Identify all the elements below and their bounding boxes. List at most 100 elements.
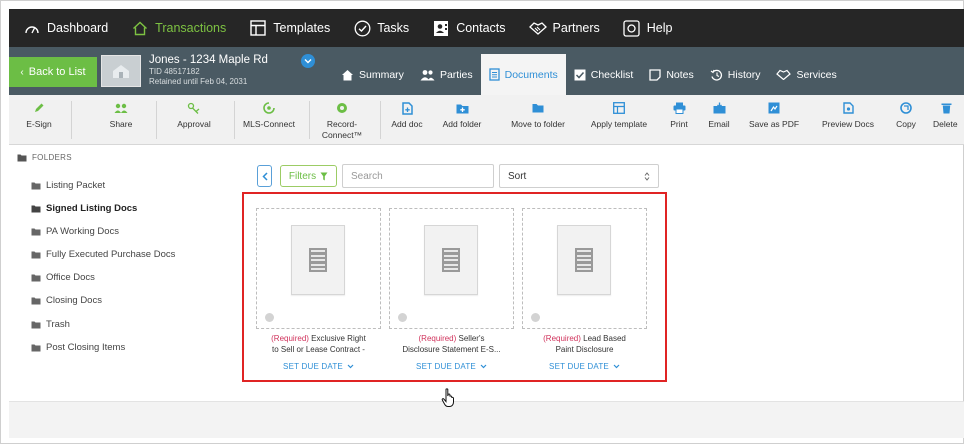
tab-checklist[interactable]: Checklist [566, 54, 642, 95]
add-doc-button[interactable]: Add doc [388, 95, 426, 145]
move-to-folder-button[interactable]: Move to folder [505, 95, 571, 145]
chevron-down-icon [304, 59, 312, 64]
tab-history[interactable]: History [702, 54, 769, 95]
nav-transactions[interactable]: Transactions [131, 19, 226, 37]
folders-heading: FOLDERS [17, 153, 72, 162]
document-select-radio[interactable] [398, 313, 407, 322]
tab-notes-label: Notes [666, 68, 694, 81]
folder-fully-executed-purchase-docs[interactable]: Fully Executed Purchase Docs [31, 249, 175, 260]
folder-listing-packet[interactable]: Listing Packet [31, 180, 105, 191]
toolbar-divider [234, 101, 235, 139]
property-thumbnail[interactable] [101, 55, 141, 87]
document-title-line1: Lead Based [580, 334, 626, 343]
transaction-header: ‹ Back to List Jones - 1234 Maple Rd TID… [9, 47, 964, 95]
nav-tasks[interactable]: Tasks [353, 19, 409, 37]
nav-tasks-label: Tasks [377, 21, 410, 35]
folder-closing-docs[interactable]: Closing Docs [31, 295, 102, 306]
folder-icon [31, 251, 41, 259]
nav-contacts-label: Contacts [456, 21, 506, 35]
print-button[interactable]: Print [666, 95, 692, 145]
check-circle-icon [353, 19, 371, 37]
gauge-icon [23, 19, 41, 37]
document-card[interactable] [389, 208, 514, 329]
document-title-line1: Exclusive Right [308, 334, 366, 343]
document-select-radio[interactable] [531, 313, 540, 322]
add-folder-icon [456, 101, 469, 115]
set-due-date-button[interactable]: SET DUE DATE [389, 362, 514, 371]
set-due-date-button[interactable]: SET DUE DATE [256, 362, 381, 371]
record-connect-button[interactable]: Record- Connect™ [316, 95, 368, 145]
nav-dashboard[interactable]: Dashboard [23, 19, 108, 37]
nav-partners[interactable]: Partners [528, 19, 600, 37]
template-icon [249, 19, 267, 37]
nav-partners-label: Partners [552, 21, 600, 35]
set-due-date-button[interactable]: SET DUE DATE [522, 362, 647, 371]
back-to-list-label: Back to List [28, 66, 86, 78]
add-folder-button[interactable]: Add folder [437, 95, 487, 145]
chevron-down-icon [480, 364, 487, 369]
move-to-folder-label: Move to folder [511, 119, 565, 129]
copy-button[interactable]: Copy [891, 95, 921, 145]
tab-documents-label: Documents [504, 68, 558, 81]
required-tag: (Required) [418, 334, 457, 343]
tab-documents[interactable]: Documents [480, 54, 566, 95]
apply-template-label: Apply template [590, 119, 648, 129]
back-to-list-button[interactable]: ‹ Back to List [9, 57, 97, 87]
top-navigation: Dashboard Transactions Templates Tasks C… [9, 9, 964, 47]
folder-label: PA Working Docs [46, 226, 120, 237]
folder-trash[interactable]: Trash [31, 319, 70, 330]
folder-pa-working-docs[interactable]: PA Working Docs [31, 226, 119, 237]
search-input[interactable] [342, 164, 494, 188]
document-title[interactable]: (Required) Seller's Disclosure Statement… [389, 333, 514, 355]
approval-button[interactable]: Approval [169, 95, 219, 145]
pen-icon [33, 101, 45, 115]
handshake-icon [776, 69, 792, 80]
nav-help[interactable]: Help [623, 19, 673, 37]
preview-docs-button[interactable]: Preview Docs [814, 95, 882, 145]
funnel-icon [320, 172, 328, 181]
tab-parties[interactable]: Parties [412, 54, 481, 95]
folder-signed-listing-docs[interactable]: Signed Listing Docs [31, 203, 137, 214]
chevron-down-icon [347, 364, 354, 369]
delete-button[interactable]: Delete [933, 95, 963, 145]
delete-label: Delete [933, 119, 958, 129]
document-card[interactable] [522, 208, 647, 329]
history-icon [710, 69, 723, 81]
hand-pointer-cursor-icon [441, 388, 457, 413]
transaction-info: Jones - 1234 Maple Rd TID 48517182 Retai… [149, 53, 268, 87]
folder-label: Office Docs [46, 272, 95, 283]
folder-icon [31, 228, 41, 236]
apply-template-button[interactable]: Apply template [583, 95, 655, 145]
folder-office-docs[interactable]: Office Docs [31, 272, 95, 283]
document-title[interactable]: (Required) Lead Based Paint Disclosure [522, 333, 647, 355]
nav-templates[interactable]: Templates [249, 19, 330, 37]
esign-button[interactable]: E-Sign [17, 95, 61, 145]
save-as-pdf-button[interactable]: Save as PDF [747, 95, 801, 145]
nav-contacts[interactable]: Contacts [432, 19, 506, 37]
document-card[interactable] [256, 208, 381, 329]
document-select-radio[interactable] [265, 313, 274, 322]
collapse-sidebar-button[interactable] [257, 165, 272, 187]
set-due-date-label: SET DUE DATE [549, 362, 609, 371]
sort-select[interactable]: Sort [499, 164, 659, 188]
document-title[interactable]: (Required) Exclusive Right to Sell or Le… [256, 333, 381, 355]
folder-label: Closing Docs [46, 295, 102, 306]
tab-summary[interactable]: Summary [333, 54, 412, 95]
folder-label: Signed Listing Docs [46, 203, 138, 214]
transaction-details-toggle[interactable] [301, 54, 315, 68]
document-title-line2: Disclosure Statement E-S... [402, 345, 501, 354]
nav-dashboard-label: Dashboard [47, 21, 109, 35]
share-button[interactable]: Share [101, 95, 141, 145]
email-label: Email [708, 119, 730, 129]
tab-services[interactable]: Services [768, 54, 844, 95]
checklist-icon [574, 69, 586, 81]
tab-notes[interactable]: Notes [641, 54, 701, 95]
filters-button[interactable]: Filters [280, 165, 337, 187]
folder-post-closing-items[interactable]: Post Closing Items [31, 342, 125, 353]
document-icon [488, 68, 500, 81]
document-title-line2: Paint Disclosure [555, 345, 614, 354]
mls-connect-button[interactable]: MLS-Connect [239, 95, 299, 145]
tab-history-label: History [727, 68, 761, 81]
footer-area [9, 402, 964, 438]
email-button[interactable]: Email [702, 95, 736, 145]
